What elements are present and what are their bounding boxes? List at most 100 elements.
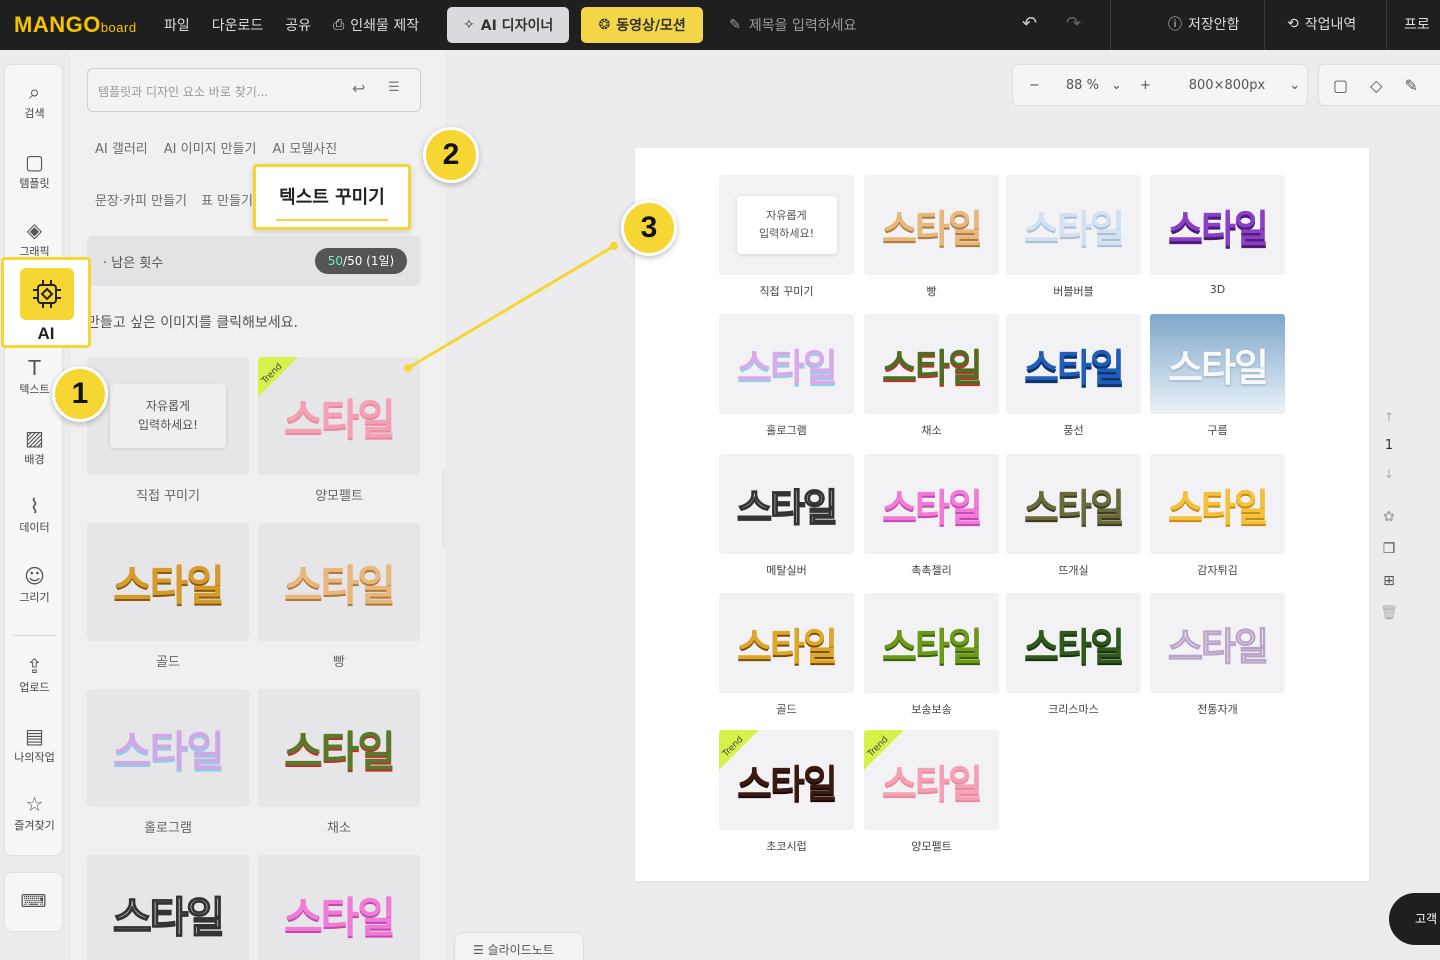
tile-label: 홀로그램 xyxy=(766,424,807,437)
ai-chip-icon xyxy=(20,268,74,320)
customer-chat-button[interactable]: 고객 xyxy=(1389,893,1440,945)
style-card-vegetable[interactable]: 스타일 xyxy=(258,689,420,807)
divider xyxy=(1264,0,1265,50)
slide-note-tab[interactable]: ☰ 슬라이드노트 xyxy=(454,932,584,960)
rail-background[interactable]: ▨ 배경 xyxy=(5,425,64,467)
tile-cloud[interactable]: 스타일 xyxy=(1150,314,1285,414)
video-motion-button[interactable]: ❂ 동영상/모션 xyxy=(581,7,704,43)
trash-icon[interactable]: 🗑 xyxy=(1378,605,1400,621)
note-icon: ☰ xyxy=(473,943,488,957)
tile-jelly[interactable]: 스타일 xyxy=(864,454,999,554)
tab-table[interactable]: 표 만들기 xyxy=(201,190,253,209)
remaining-count: · 남은 횟수 50/50 (1일) xyxy=(87,236,421,286)
logo[interactable]: MANGOboard xyxy=(14,12,164,38)
ruler-icon[interactable]: ✎ xyxy=(1404,76,1417,95)
rail-upload[interactable]: ⇪ 업로드 xyxy=(5,653,64,695)
tile-label: 보송보송 xyxy=(911,703,952,716)
menu-file[interactable]: 파일 xyxy=(164,15,190,35)
arrow-up-icon[interactable]: ↑ xyxy=(1378,410,1400,424)
style-card-jelly[interactable]: 스타일 xyxy=(258,855,420,960)
color-icon[interactable]: ✿ xyxy=(1378,509,1400,525)
rail-search[interactable]: ⌕ 검색 xyxy=(5,79,64,121)
tab-ai-gallery[interactable]: AI 갤러리 xyxy=(95,138,148,157)
text-decorate-tab[interactable]: 텍스트 꾸미기 xyxy=(253,164,411,230)
title-input[interactable]: ✎ 제목을 입력하세요 xyxy=(729,15,856,35)
tile-fluffy[interactable]: 스타일 xyxy=(864,593,999,693)
design-canvas[interactable]: 자유롭게 입력하세요! 직접 꾸미기 스타일 빵 스타일 버블버블 스타일 3D … xyxy=(635,148,1369,881)
tab-ai-image[interactable]: AI 이미지 만들기 xyxy=(164,138,257,157)
sticker-icon[interactable]: ▢ xyxy=(1333,76,1348,95)
zoom-out-button[interactable]: − xyxy=(1029,78,1040,93)
tile-label: 풍선 xyxy=(1063,424,1084,437)
style-card-wool[interactable]: 스타일 Trend xyxy=(258,357,420,475)
tile-3d[interactable]: 스타일 xyxy=(1150,175,1285,275)
tile-label: 감자튀김 xyxy=(1197,564,1238,577)
history-button[interactable]: ⟲ 작업내역 xyxy=(1287,14,1356,34)
style-card-direct[interactable]: 자유롭게 입력하세요! xyxy=(87,357,249,475)
rail-graphic[interactable]: ◈ 그래픽 xyxy=(5,217,64,259)
tab-ai-model[interactable]: AI 모델사진 xyxy=(273,138,338,157)
tile-hologram[interactable]: 스타일 xyxy=(719,314,854,414)
profile-button[interactable]: 프로 xyxy=(1404,14,1430,34)
style-card-hologram[interactable]: 스타일 xyxy=(87,689,249,807)
graphic-icon: ◈ xyxy=(26,218,43,242)
rail-data[interactable]: ⌇ 데이터 xyxy=(5,493,64,535)
ai-designer-button[interactable]: ✧ AI 디자이너 xyxy=(447,7,570,43)
rail-template[interactable]: ▢ 템플릿 xyxy=(5,149,64,191)
edit-icon: ✎ xyxy=(729,17,741,33)
save-status[interactable]: ⓘ 저장안함 xyxy=(1168,14,1240,34)
tab-copy[interactable]: 문장·카피 만들기 xyxy=(95,190,187,209)
enter-icon[interactable]: ↩ xyxy=(352,79,365,98)
rail-my-work[interactable]: ▤ 나의작업 xyxy=(5,723,64,765)
chevron-down-icon[interactable]: ⌄ xyxy=(1111,78,1122,93)
tile-gold[interactable]: 스타일 xyxy=(719,593,854,693)
undo-icon[interactable]: ↶ xyxy=(1022,13,1037,34)
tile-label: 3D xyxy=(1209,283,1226,296)
style-card-bread[interactable]: 스타일 xyxy=(258,523,420,641)
tile-choco[interactable]: 스타일 Trend xyxy=(719,730,854,830)
copy-icon[interactable]: ❐ xyxy=(1378,541,1400,557)
tile-metal-silver[interactable]: 스타일 xyxy=(719,454,854,554)
remaining-badge: 50/50 (1일) xyxy=(315,248,407,274)
tile-fries[interactable]: 스타일 xyxy=(1150,454,1285,554)
rail-favorites[interactable]: ☆ 즐겨찾기 xyxy=(5,791,64,833)
add-page-icon[interactable]: ⊞ xyxy=(1378,573,1400,589)
tile-christmas[interactable]: 스타일 xyxy=(1006,593,1141,693)
tile-balloon[interactable]: 스타일 xyxy=(1006,314,1141,414)
rail-divider xyxy=(13,635,56,636)
layers-icon[interactable]: ◇ xyxy=(1370,76,1382,95)
canvas-size[interactable]: 800×800px xyxy=(1189,78,1265,93)
tile-knit[interactable]: 스타일 xyxy=(1006,454,1141,554)
zoom-value[interactable]: 88 % xyxy=(1066,78,1099,93)
arrow-down-icon[interactable]: ↓ xyxy=(1378,467,1400,481)
menu-download[interactable]: 다운로드 xyxy=(212,15,264,35)
card-label: 홀로그램 xyxy=(144,821,192,836)
ai-tabs-row2: 문장·카피 만들기 표 만들기 xyxy=(95,190,253,209)
tile-mother-of-pearl[interactable]: 스타일 xyxy=(1150,593,1285,693)
print-button[interactable]: ⎙ 인쇄물 제작 xyxy=(333,15,419,35)
tile-bubble[interactable]: 스타일 xyxy=(1006,175,1141,275)
printer-icon: ⎙ xyxy=(333,17,345,33)
filter-search-icon[interactable]: ☰ xyxy=(388,80,400,95)
tile-wool[interactable]: 스타일 Trend xyxy=(864,730,999,830)
step-2-badge: 2 xyxy=(423,127,479,183)
style-card-gold[interactable]: 스타일 xyxy=(87,523,249,641)
free-text-box: 자유롭게 입력하세요! xyxy=(110,384,226,448)
style-card-metal[interactable]: 스타일 xyxy=(87,855,249,960)
step-1-badge: 1 xyxy=(52,366,108,422)
rail-ai[interactable]: AI xyxy=(1,257,91,348)
rail-draw[interactable]: ☺ 그리기 xyxy=(5,563,64,605)
redo-icon[interactable]: ↷ xyxy=(1066,13,1081,34)
keyboard-icon[interactable]: ⌨ xyxy=(4,872,63,932)
motion-icon: ❂ xyxy=(598,17,611,33)
tile-vegetable[interactable]: 스타일 xyxy=(864,314,999,414)
star-icon: ☆ xyxy=(25,792,44,816)
tile-bread[interactable]: 스타일 xyxy=(864,175,999,275)
tile-direct[interactable]: 자유롭게 입력하세요! xyxy=(719,175,854,275)
tile-label: 메탈실버 xyxy=(766,564,807,577)
menu-share[interactable]: 공유 xyxy=(285,15,311,35)
zoom-in-button[interactable]: + xyxy=(1140,78,1151,93)
search-input[interactable]: 템플릿과 디자인 요소 바로 찾기... ↩ ☰ xyxy=(87,68,421,112)
divider xyxy=(1386,0,1387,50)
chevron-down-icon[interactable]: ⌄ xyxy=(1289,78,1300,93)
